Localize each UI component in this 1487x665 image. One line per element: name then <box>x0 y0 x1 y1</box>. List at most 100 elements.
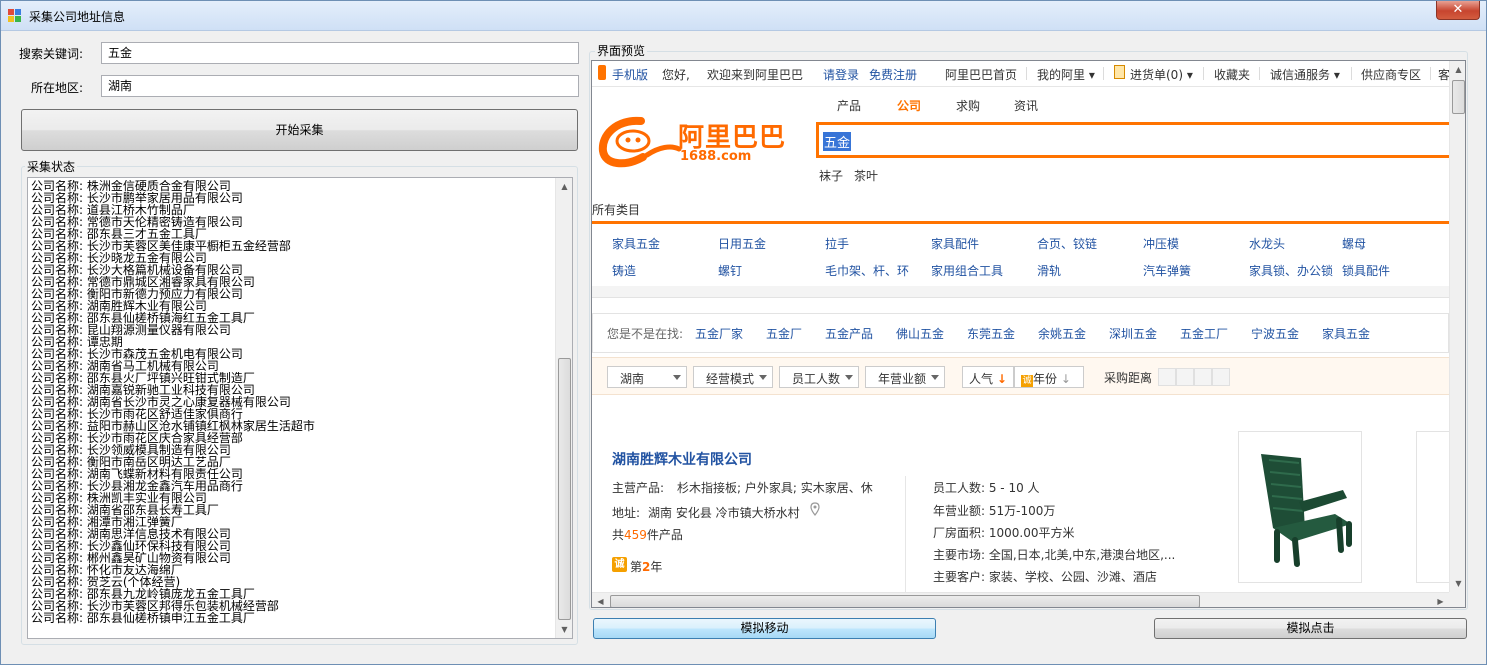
company-name-link[interactable]: 湖南胜辉木业有限公司 <box>612 449 752 469</box>
status-line: 公司名称: 益阳市赫山区沧水铺镇红枫林家居生活超市 <box>31 420 315 432</box>
tab-buying[interactable]: 求购 <box>956 97 980 114</box>
distance-option[interactable] <box>1194 368 1212 386</box>
login-link[interactable]: 请登录 <box>823 66 859 83</box>
favorites-link[interactable]: 收藏夹 <box>1214 66 1250 83</box>
distance-option[interactable] <box>1212 368 1230 386</box>
related-link[interactable]: 东莞五金 <box>967 325 1015 342</box>
browser-horizontal-scrollbar[interactable]: ◀ ▶ <box>592 592 1449 607</box>
category-link[interactable]: 汽车弹簧 <box>1143 262 1191 279</box>
site-search-input[interactable]: 五金 <box>816 122 1449 158</box>
status-line: 公司名称: 长沙晓龙五金有限公司 <box>31 252 207 264</box>
category-link[interactable]: 螺钉 <box>718 262 742 279</box>
main-products-label: 主营产品: <box>612 481 665 495</box>
region-filter-select[interactable]: 湖南 <box>607 366 687 388</box>
related-link[interactable]: 深圳五金 <box>1109 325 1157 342</box>
mobile-phone-icon <box>598 65 606 80</box>
search-value: 五金 <box>823 132 852 151</box>
tab-products[interactable]: 产品 <box>837 97 861 114</box>
status-line: 公司名称: 衡阳市新德力预应力有限公司 <box>31 288 243 300</box>
scroll-up-icon[interactable]: ▲ <box>1450 61 1465 78</box>
sort-years-button[interactable]: 诚年份 ↓ <box>1014 366 1084 388</box>
supplier-link[interactable]: 供应商专区 <box>1361 66 1421 83</box>
related-link[interactable]: 家具五金 <box>1322 325 1370 342</box>
simulate-click-button[interactable]: 模拟点击 <box>1154 618 1467 639</box>
member-years-prefix: 第 <box>630 560 643 574</box>
chengxin-link[interactable]: 诚信通服务 ▾ <box>1270 66 1340 83</box>
related-link[interactable]: 佛山五金 <box>896 325 944 342</box>
chair-image-icon <box>1261 454 1352 567</box>
mobile-link[interactable]: 手机版 <box>612 66 648 83</box>
category-link[interactable]: 家具五金 <box>612 235 660 252</box>
cart-link[interactable]: 进货单(0) ▾ <box>1130 66 1193 83</box>
related-link[interactable]: 五金工厂 <box>1180 325 1228 342</box>
distance-option[interactable] <box>1158 368 1176 386</box>
staff-filter-select[interactable]: 员工人数 <box>779 366 859 388</box>
category-link[interactable]: 水龙头 <box>1249 235 1285 252</box>
scroll-down-icon[interactable]: ▼ <box>1450 575 1465 592</box>
close-button[interactable]: ✕ <box>1436 1 1480 20</box>
category-link[interactable]: 毛巾架、杆、环 <box>825 262 909 279</box>
more-link[interactable]: 客 <box>1438 66 1449 83</box>
status-scrollbar[interactable]: ▲ ▼ <box>555 178 572 638</box>
register-link[interactable]: 免费注册 <box>869 66 917 83</box>
category-link[interactable]: 家用组合工具 <box>931 262 1003 279</box>
status-line: 公司名称: 昆山翔源测量仪器有限公司 <box>31 324 231 336</box>
related-link[interactable]: 余姚五金 <box>1038 325 1086 342</box>
member-years-suffix: 年 <box>650 560 663 574</box>
category-link[interactable]: 家具配件 <box>931 235 979 252</box>
down-arrow-icon: ↓ <box>996 372 1007 386</box>
browser-vscroll-thumb[interactable] <box>1452 80 1465 114</box>
scroll-right-icon[interactable]: ▶ <box>1432 593 1449 607</box>
hotword[interactable]: 袜子 <box>819 167 843 184</box>
category-link[interactable]: 日用五金 <box>718 235 766 252</box>
status-line: 公司名称: 邵东县仙槎桥镇海红五金工具厂 <box>31 312 255 324</box>
all-categories-label[interactable]: 所有类目 <box>592 201 640 218</box>
scroll-down-icon[interactable]: ▼ <box>556 621 572 638</box>
product-image[interactable] <box>1238 431 1362 583</box>
address-value[interactable]: 湖南 安化县 冷市镇大桥水村 <box>648 504 800 521</box>
category-link[interactable]: 家具锁、办公锁 <box>1249 262 1333 279</box>
sort-popularity-button[interactable]: 人气 ↓ <box>962 366 1014 388</box>
status-list[interactable]: 公司名称: 株洲金信硬质合金有限公司 公司名称: 长沙市鹏举家居用品有限公司 公司名… <box>27 177 573 639</box>
category-link[interactable]: 锁具配件 <box>1342 262 1390 279</box>
tab-company[interactable]: 公司 <box>897 97 921 114</box>
related-link[interactable]: 五金厂 <box>766 325 802 342</box>
status-line: 公司名称: 常德市天伦精密铸造有限公司 <box>31 216 243 228</box>
scroll-left-icon[interactable]: ◀ <box>592 593 609 607</box>
category-link[interactable]: 拉手 <box>825 235 849 252</box>
category-link[interactable]: 冲压模 <box>1143 235 1179 252</box>
markets-info: 主要市场: 全国,日本,北美,中东,港澳台地区,... <box>933 548 1176 562</box>
region-input[interactable]: 湖南 <box>101 75 579 97</box>
revenue-info: 年营业额: 51万-100万 <box>933 504 1056 518</box>
category-link[interactable]: 合页、铰链 <box>1037 235 1097 252</box>
mode-filter-select[interactable]: 经营模式 <box>693 366 773 388</box>
start-collect-button[interactable]: 开始采集 <box>21 109 578 151</box>
status-line: 公司名称: 湖南思洋信息技术有限公司 <box>31 528 231 540</box>
category-link[interactable]: 滑轨 <box>1037 262 1061 279</box>
scroll-up-icon[interactable]: ▲ <box>556 178 572 195</box>
chevron-down-icon <box>759 375 767 380</box>
distance-option[interactable] <box>1176 368 1194 386</box>
tab-news[interactable]: 资讯 <box>1014 97 1038 114</box>
simulate-move-button[interactable]: 模拟移动 <box>593 618 936 639</box>
home-link[interactable]: 阿里巴巴首页 <box>945 66 1017 83</box>
category-link[interactable]: 铸造 <box>612 262 636 279</box>
logo-site: 1688.com <box>680 149 752 164</box>
status-line: 公司名称: 湖南胜辉木业有限公司 <box>31 300 207 312</box>
next-product-image[interactable] <box>1416 431 1449 583</box>
related-link[interactable]: 五金产品 <box>825 325 873 342</box>
browser-vertical-scrollbar[interactable]: ▲ ▼ <box>1449 61 1465 592</box>
browser-hscroll-thumb[interactable] <box>610 595 1200 607</box>
main-products-value[interactable]: 杉木指接板; 户外家具; 实木家居、休 <box>677 479 873 496</box>
web-browser[interactable]: 手机版 您好, 欢迎来到阿里巴巴 请登录 免费注册 阿里巴巴首页 我的阿里 ▾ … <box>591 60 1466 608</box>
my-ali-link[interactable]: 我的阿里 ▾ <box>1037 66 1095 83</box>
revenue-filter-select[interactable]: 年营业额 <box>865 366 945 388</box>
related-link[interactable]: 宁波五金 <box>1251 325 1299 342</box>
category-link[interactable]: 螺母 <box>1342 235 1366 252</box>
title-bar[interactable]: 采集公司地址信息 ✕ <box>1 1 1486 31</box>
keyword-input[interactable]: 五金 <box>101 42 579 64</box>
related-link[interactable]: 五金厂家 <box>695 325 743 342</box>
status-scroll-thumb[interactable] <box>558 358 571 620</box>
hotword[interactable]: 茶叶 <box>854 167 878 184</box>
site-topbar: 手机版 您好, 欢迎来到阿里巴巴 请登录 免费注册 阿里巴巴首页 我的阿里 ▾ … <box>592 61 1449 87</box>
